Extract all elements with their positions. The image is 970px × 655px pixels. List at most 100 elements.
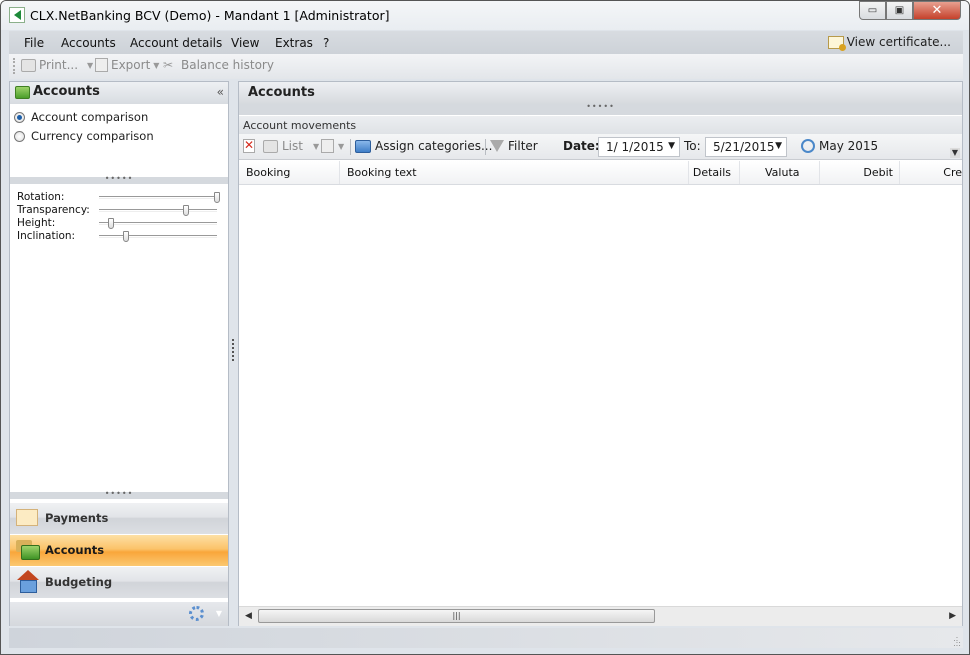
nav-label: Accounts (45, 543, 105, 557)
printer-icon (21, 58, 36, 72)
date-from-dropdown-icon[interactable]: ▼ (668, 141, 675, 151)
collapse-panel-icon[interactable]: « (217, 85, 224, 99)
menu-accounts[interactable]: Accounts (61, 36, 116, 50)
status-bar: .:.:: (9, 628, 963, 648)
filter-button[interactable]: Filter (490, 139, 538, 153)
period-button[interactable]: May 2015 (801, 139, 878, 153)
inclination-slider-row: Inclination: (17, 230, 222, 243)
toolbar-separator (350, 139, 351, 155)
magnifier-icon (801, 139, 815, 153)
date-to-dropdown-icon[interactable]: ▼ (775, 141, 782, 151)
export-dropdown-icon[interactable]: ▼ (153, 61, 159, 70)
print-button[interactable]: Print... ▼ (21, 58, 93, 72)
list-dropdown-icon[interactable]: ▼ (313, 142, 319, 151)
account-movements-header: Account movements (239, 116, 962, 134)
menu-help[interactable]: ? (323, 36, 329, 50)
date-from-picker[interactable]: 1/ 1/2015 ▼ (598, 137, 680, 157)
column-debit[interactable]: Debit (820, 161, 900, 184)
inclination-slider-thumb[interactable] (123, 231, 130, 242)
print-dropdown-icon[interactable]: ▼ (87, 61, 93, 70)
date-to-value: 5/21/2015 (713, 140, 775, 154)
radio-currency-comparison[interactable]: Currency comparison (14, 129, 154, 143)
payments-icon (16, 509, 38, 526)
balance-history-label: Balance history (181, 58, 274, 72)
to-label-wrap: To: (684, 139, 701, 153)
date-to-picker[interactable]: 5/21/2015 ▼ (705, 137, 787, 157)
view-certificate-button[interactable]: View certificate... (827, 35, 951, 51)
column-booking-text[interactable]: Booking text (340, 161, 689, 184)
rotation-slider-row: Rotation: (17, 191, 222, 204)
column-booking[interactable]: Booking (239, 161, 340, 184)
date-from-value: 1/ 1/2015 (606, 140, 664, 154)
main-panel: Accounts ••••• Account movements List ▼ … (238, 81, 963, 626)
balance-history-button[interactable]: ✂ Balance history (163, 58, 274, 72)
list-label: List (282, 139, 303, 153)
left-panel-header: Accounts « (10, 82, 228, 104)
delete-button[interactable] (243, 138, 255, 153)
column-details[interactable]: Details (689, 161, 740, 184)
rotation-label: Rotation: (17, 191, 65, 203)
nav-payments[interactable]: Payments (10, 502, 228, 534)
rotation-slider[interactable] (99, 192, 220, 203)
assign-categories-label: Assign categories... (375, 139, 493, 153)
radio-selected-icon[interactable] (14, 111, 25, 123)
radio-account-comparison[interactable]: Account comparison (14, 110, 148, 124)
close-button[interactable]: ✕ (913, 1, 961, 20)
scroll-right-icon[interactable]: ▶ (949, 611, 956, 621)
folder-icon (355, 139, 371, 153)
nav-accounts[interactable]: Accounts (10, 534, 228, 566)
movements-grid-body (239, 186, 962, 606)
left-panel: Accounts « Account comparison Currency c… (9, 81, 229, 626)
export-icon (95, 58, 108, 72)
maximize-button[interactable]: ▣ (886, 1, 913, 20)
menu-file[interactable]: File (24, 36, 44, 50)
column-credit[interactable]: Cre (900, 161, 962, 184)
movements-toolbar: List ▼ ▼ Assign categories... Filter Dat… (239, 134, 962, 160)
main-splitter[interactable]: ••••• (239, 103, 962, 115)
gear-icon[interactable] (189, 606, 204, 621)
account-movements-title: Account movements (243, 119, 357, 132)
transparency-slider-thumb[interactable] (183, 205, 190, 216)
toolbar-overflow-icon[interactable]: ▼ (950, 148, 960, 158)
certificate-icon (827, 35, 846, 51)
resize-grip-icon[interactable]: .:.:: (953, 635, 961, 648)
scroll-thumb[interactable]: ||| (258, 609, 655, 623)
export-movements-button[interactable]: ▼ (321, 139, 344, 153)
rotation-slider-thumb[interactable] (214, 192, 220, 203)
export-icon (321, 139, 334, 153)
column-valuta[interactable]: Valuta (740, 161, 820, 184)
assign-categories-button[interactable]: Assign categories... (355, 139, 492, 153)
list-button[interactable]: List ▼ (263, 139, 319, 153)
movements-grid-header: Booking Booking text Details Valuta Debi… (239, 161, 962, 185)
height-label: Height: (17, 217, 56, 229)
scroll-left-icon[interactable]: ◀ (245, 611, 252, 621)
toolbar-grip[interactable] (13, 58, 16, 74)
window-title: CLX.NetBanking BCV (Demo) - Mandant 1 [A… (30, 8, 390, 23)
navigation-splitter[interactable]: ••••• (10, 490, 228, 499)
horizontal-scrollbar[interactable]: ◀ ||| ▶ (239, 606, 962, 626)
menu-bar: File Accounts Account details View Extra… (9, 31, 963, 54)
menu-account-details[interactable]: Account details (130, 36, 222, 50)
nav-label: Budgeting (45, 575, 113, 589)
main-panel-header: Accounts (239, 82, 962, 104)
menu-view[interactable]: View (231, 36, 259, 50)
height-slider-thumb[interactable] (107, 218, 114, 229)
vertical-splitter[interactable] (229, 81, 238, 626)
radio-label: Account comparison (31, 110, 149, 124)
height-slider[interactable] (99, 218, 217, 229)
period-label: May 2015 (819, 139, 879, 153)
minimize-button[interactable]: ▭ (859, 1, 886, 20)
transparency-slider[interactable] (99, 205, 217, 216)
configure-dropdown-icon[interactable]: ▼ (216, 609, 222, 618)
splitter-grip-icon[interactable] (232, 339, 235, 361)
left-panel-title: Accounts (33, 84, 100, 99)
nav-label: Payments (45, 511, 109, 525)
nav-budgeting[interactable]: Budgeting (10, 566, 228, 598)
menu-extras[interactable]: Extras (275, 36, 313, 50)
view-certificate-label: View certificate... (846, 35, 951, 49)
radio-unselected-icon[interactable] (14, 130, 25, 142)
options-splitter[interactable]: ••••• (10, 175, 228, 184)
inclination-slider[interactable] (99, 231, 217, 242)
export-button[interactable]: Export ▼ (95, 58, 159, 72)
export-dropdown-icon[interactable]: ▼ (338, 142, 344, 151)
